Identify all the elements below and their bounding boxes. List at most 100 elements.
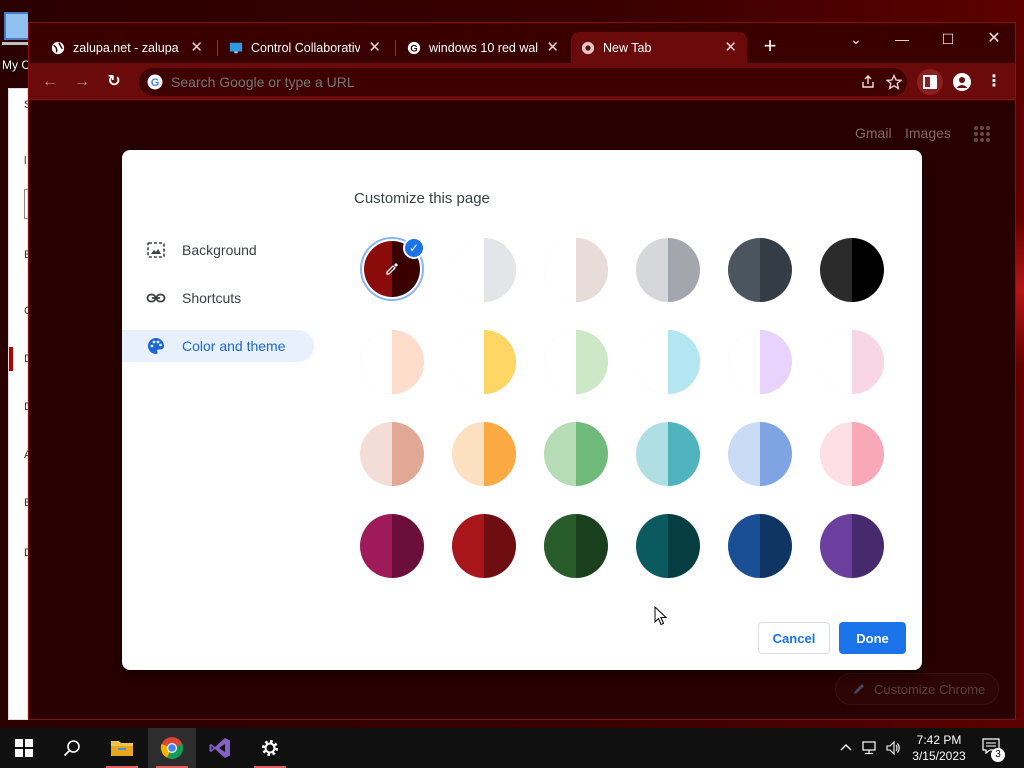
swatch-half [668, 238, 700, 302]
color-swatch[interactable] [360, 422, 424, 486]
color-swatch[interactable] [544, 422, 608, 486]
taskbar-visual-studio[interactable] [196, 728, 244, 768]
swatch-half [576, 330, 608, 394]
new-tab-button[interactable]: + [759, 35, 781, 57]
network-icon[interactable] [862, 740, 880, 756]
color-swatch[interactable] [360, 514, 424, 578]
color-swatch[interactable] [544, 330, 608, 394]
eyedropper-icon [386, 263, 398, 275]
close-icon[interactable]: ✕ [546, 40, 559, 55]
color-swatch[interactable] [728, 238, 792, 302]
tab-windows-wallpaper[interactable]: G windows 10 red wallp ✕ [397, 32, 569, 63]
color-swatch[interactable] [452, 514, 516, 578]
back-button[interactable]: ← [37, 69, 63, 95]
reload-button[interactable]: ↻ [101, 69, 127, 95]
color-swatch[interactable] [452, 330, 516, 394]
volume-icon[interactable] [885, 740, 901, 756]
color-swatch[interactable] [636, 330, 700, 394]
tab-title: New Tab [603, 40, 652, 55]
image-icon [147, 242, 165, 258]
swatch-half [668, 514, 700, 578]
swatch-half [544, 422, 576, 486]
swatch-half [484, 238, 516, 302]
chrome-menu-button[interactable]: ⋮ [981, 69, 1007, 95]
minimize-button[interactable]: — [887, 27, 917, 51]
color-swatch[interactable] [544, 514, 608, 578]
file-explorer-icon [111, 741, 133, 756]
sidebar-item-background[interactable]: Background [122, 234, 314, 266]
forward-button[interactable]: → [69, 69, 95, 95]
color-swatch[interactable] [360, 330, 424, 394]
tab-zalupa[interactable]: zalupa.net - zalupa R ✕ [41, 32, 213, 63]
swatch-half [452, 422, 484, 486]
color-swatch[interactable] [820, 422, 884, 486]
checkmark-icon: ✓ [403, 237, 425, 259]
close-icon[interactable]: ✕ [724, 40, 737, 55]
tab-control-collaborative[interactable]: Control Collaborative ✕ [219, 32, 391, 63]
swatch-half [452, 330, 484, 394]
chrome-icon [581, 41, 595, 54]
bg-window-marker [9, 347, 13, 371]
swatch-half [820, 330, 852, 394]
swatch-half [820, 238, 852, 302]
taskbar-file-explorer[interactable] [98, 728, 146, 768]
side-panel-button[interactable] [917, 69, 943, 95]
taskbar-settings[interactable] [246, 728, 294, 768]
start-button[interactable] [0, 728, 48, 768]
chevron-up-icon[interactable] [840, 741, 852, 753]
desktop-icon[interactable] [0, 10, 28, 54]
done-button[interactable]: Done [839, 622, 906, 654]
swatch-half [360, 514, 392, 578]
color-swatch[interactable] [728, 422, 792, 486]
tab-separator [395, 40, 396, 56]
tab-separator [217, 40, 218, 56]
tab-new-tab[interactable]: New Tab ✕ [571, 32, 747, 63]
bookmark-star-icon[interactable] [881, 69, 907, 95]
tab-title: Control Collaborative [251, 40, 361, 55]
clock-time: 7:42 PM [916, 733, 962, 747]
swatch-half [852, 514, 884, 578]
swatch-half [820, 514, 852, 578]
taskbar-search-button[interactable] [48, 728, 96, 768]
omnibox-input[interactable] [171, 74, 855, 90]
maximize-button[interactable]: ☐ [933, 27, 963, 51]
sidebar-item-color-and-theme[interactable]: Color and theme [122, 330, 314, 362]
color-swatch[interactable] [728, 514, 792, 578]
notification-center-button[interactable]: 3 [982, 738, 1005, 762]
cancel-button[interactable]: Cancel [758, 622, 830, 654]
swatch-half [852, 422, 884, 486]
svg-text:G: G [151, 77, 160, 89]
color-swatch[interactable] [636, 238, 700, 302]
color-swatch[interactable] [636, 514, 700, 578]
notification-count-badge: 3 [991, 748, 1005, 762]
color-swatch[interactable] [820, 330, 884, 394]
omnibox[interactable]: G [139, 68, 907, 96]
color-swatch[interactable] [452, 238, 516, 302]
tab-search-button[interactable]: ⌄ [841, 27, 871, 51]
close-icon[interactable]: ✕ [190, 40, 203, 55]
sidebar-item-shortcuts[interactable]: Shortcuts [122, 282, 314, 314]
close-icon[interactable]: ✕ [368, 40, 381, 55]
color-swatch[interactable] [820, 238, 884, 302]
profile-button[interactable] [949, 69, 975, 95]
window-close-button[interactable]: ✕ [979, 27, 1009, 51]
swatch-half [760, 238, 792, 302]
visual-studio-icon [209, 738, 230, 758]
tab-title: windows 10 red wallp [429, 40, 539, 55]
swatch-half [392, 514, 424, 578]
swatch-half [452, 238, 484, 302]
swatch-half [668, 330, 700, 394]
color-swatch[interactable] [544, 238, 608, 302]
swatch-half [728, 514, 760, 578]
color-swatch[interactable] [452, 422, 516, 486]
swatch-half [728, 330, 760, 394]
color-swatch[interactable] [636, 422, 700, 486]
color-swatch[interactable] [728, 330, 792, 394]
color-swatch[interactable] [820, 514, 884, 578]
sidebar-item-label: Color and theme [182, 338, 286, 354]
computer-icon [2, 12, 28, 45]
taskbar-chrome[interactable] [148, 728, 196, 768]
taskbar-clock[interactable]: 7:42 PM 3/15/2023 [906, 732, 972, 764]
share-icon[interactable] [855, 69, 881, 95]
background-window[interactable]: S l E C D D A E D [8, 88, 32, 720]
